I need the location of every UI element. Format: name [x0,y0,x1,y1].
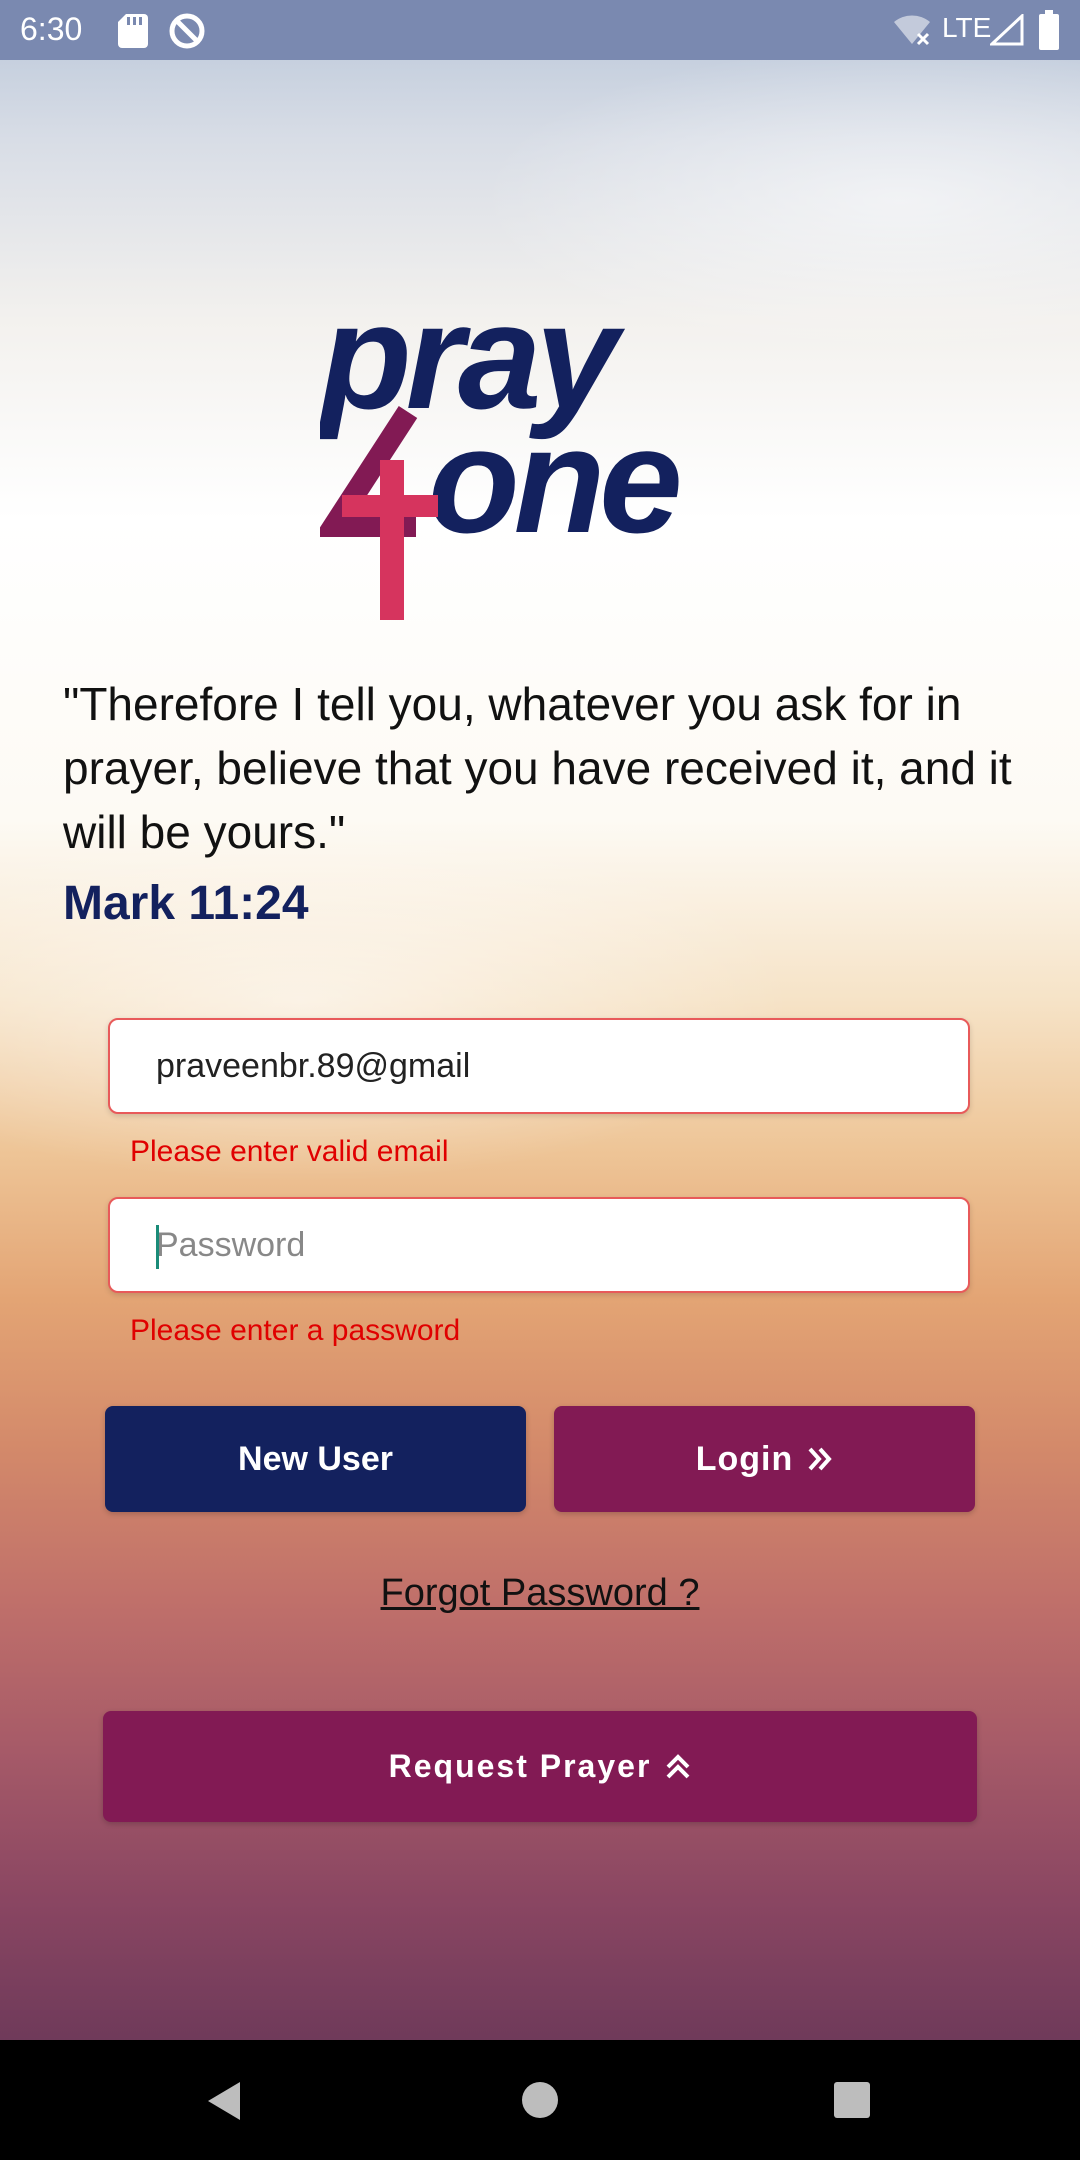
new-user-label: New User [238,1439,393,1478]
app-screen: 6:30 LTE pray one "Therefore I tell you,… [0,0,1080,2040]
battery-icon [1039,10,1059,50]
forgot-password-link[interactable]: Forgot Password ? [0,1572,1080,1615]
sync-disabled-icon [169,13,205,49]
signal-icon [990,14,1024,46]
request-prayer-label: Request Prayer [388,1748,652,1784]
login-button[interactable]: Login [554,1406,975,1512]
wifi-off-icon [894,15,930,46]
password-input[interactable] [156,1199,936,1291]
pray4one-logo: pray one [320,290,685,620]
logo-cross-vertical [380,460,404,620]
email-field[interactable] [108,1018,970,1114]
password-error: Please enter a password [130,1314,461,1347]
request-prayer-button[interactable]: Request Prayer [103,1711,977,1822]
password-field[interactable] [108,1197,970,1293]
text-caret [156,1225,159,1269]
email-input[interactable] [156,1020,936,1112]
login-label: Login [695,1439,794,1478]
recents-icon[interactable] [834,2082,870,2118]
logo-cross-horizontal [342,495,438,517]
status-bar: 6:30 LTE [0,0,1080,60]
network-type: LTE [942,12,992,43]
back-icon[interactable] [204,2080,244,2122]
double-chevron-right-icon [808,1447,832,1471]
sd-card-icon [118,14,148,48]
quote-reference: Mark 11:24 [63,877,309,930]
double-chevron-up-icon [666,1753,690,1778]
home-icon[interactable] [522,2082,558,2118]
bible-quote: "Therefore I tell you, whatever you ask … [63,678,1012,858]
email-error: Please enter valid email [130,1135,449,1168]
status-time: 6:30 [20,11,83,47]
new-user-button[interactable]: New User [105,1406,526,1512]
logo-word-one: one [428,396,679,564]
